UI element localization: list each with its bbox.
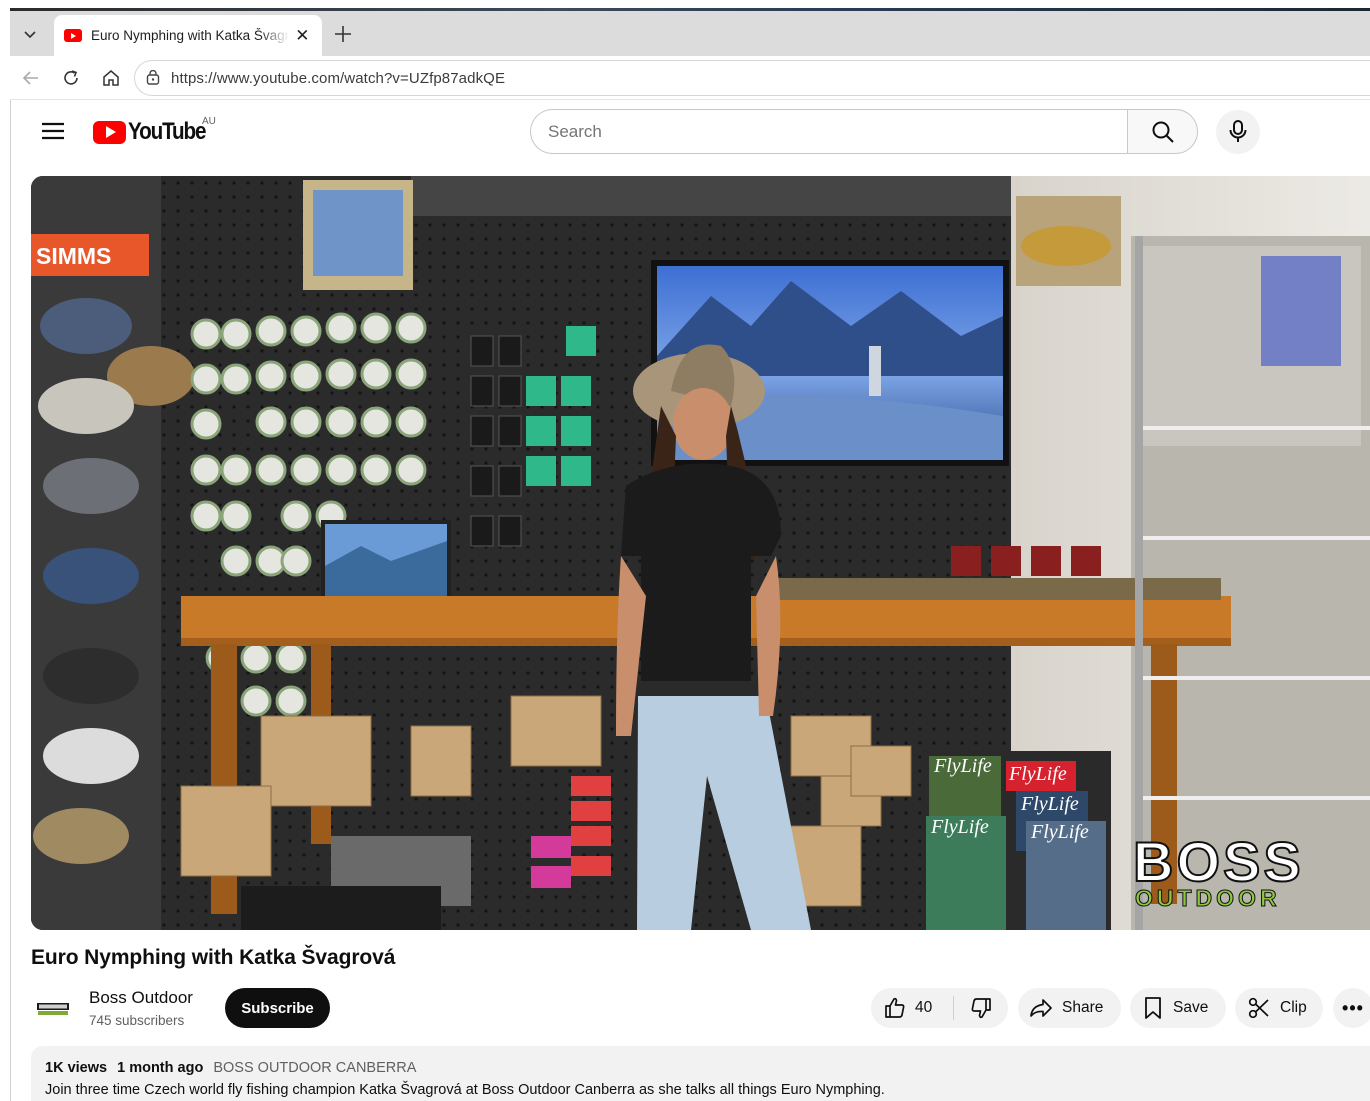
description-tag[interactable]: BOSS OUTDOOR CANBERRA xyxy=(213,1060,416,1076)
youtube-favicon-icon xyxy=(64,29,82,42)
description-meta: 1K views 1 month ago BOSS OUTDOOR CANBER… xyxy=(45,1060,422,1076)
thumbs-up-icon xyxy=(885,997,905,1018)
subscriber-count: 745 subscribers xyxy=(89,1013,185,1028)
search-placeholder: Search xyxy=(548,121,602,141)
description-box[interactable]: 1K views 1 month ago BOSS OUTDOOR CANBER… xyxy=(31,1046,1370,1101)
hamburger-menu-icon xyxy=(42,122,64,140)
tab-bar: Euro Nymphing with Katka Švagrová - YouT… xyxy=(10,11,1370,56)
clip-button[interactable]: Clip xyxy=(1235,988,1323,1028)
watermark-outdoor: OUTDOOR xyxy=(1135,885,1281,911)
youtube-wordmark: YouTube xyxy=(128,118,207,145)
youtube-play-icon xyxy=(93,120,126,144)
tab-list-button[interactable] xyxy=(14,20,46,48)
boss-outdoor-logo-icon xyxy=(36,1001,70,1017)
like-button[interactable]: 40 xyxy=(871,996,954,1020)
magazine-title-1: FlyLife xyxy=(933,755,992,777)
search-button[interactable] xyxy=(1127,109,1198,154)
bookmark-icon xyxy=(1145,997,1161,1019)
magazine-title-5: FlyLife xyxy=(1030,821,1089,843)
share-icon xyxy=(1030,999,1052,1017)
arrow-left-icon xyxy=(22,71,38,85)
home-icon xyxy=(103,70,119,86)
microphone-icon xyxy=(1229,120,1247,142)
browser-tab[interactable]: Euro Nymphing with Katka Švagrová - YouT… xyxy=(54,15,322,56)
thumbs-down-icon xyxy=(971,998,991,1019)
url-text: https://www.youtube.com/watch?v=UZfp87ad… xyxy=(171,69,506,87)
like-dislike-group: 40 xyxy=(871,988,1008,1028)
magazine-title-2: FlyLife xyxy=(1008,763,1067,785)
search-icon xyxy=(1152,121,1174,143)
guide-menu-button[interactable] xyxy=(36,114,70,148)
video-frame[interactable]: SIMMS FlyLife FlyLife FlyLife FlyLife Fl… xyxy=(31,176,1370,930)
share-label: Share xyxy=(1062,999,1104,1016)
country-code: AU xyxy=(202,116,216,127)
more-actions-button[interactable]: ••• xyxy=(1333,988,1370,1028)
save-button[interactable]: Save xyxy=(1130,988,1226,1028)
share-button[interactable]: Share xyxy=(1018,988,1121,1028)
reload-icon xyxy=(64,70,78,85)
home-button[interactable] xyxy=(98,65,124,91)
watermark-boss: BOSS xyxy=(1133,830,1304,893)
description-text: Join three time Czech world fly fishing … xyxy=(45,1082,885,1098)
browser-toolbar: https://www.youtube.com/watch?v=UZfp87ad… xyxy=(10,56,1370,100)
dislike-button[interactable] xyxy=(954,988,1008,1028)
magazine-title-3: FlyLife xyxy=(1020,793,1079,815)
reload-button[interactable] xyxy=(58,65,84,91)
view-count: 1K views xyxy=(45,1060,108,1076)
tab-title: Euro Nymphing with Katka Švagrová - YouT… xyxy=(91,28,289,43)
address-bar[interactable]: https://www.youtube.com/watch?v=UZfp87ad… xyxy=(134,60,1370,96)
search-input[interactable]: Search xyxy=(530,109,1128,154)
subscribe-button[interactable]: Subscribe xyxy=(225,988,330,1028)
new-tab-button[interactable] xyxy=(328,20,358,48)
back-button[interactable] xyxy=(18,65,44,91)
video-player[interactable]: SIMMS FlyLife FlyLife FlyLife FlyLife Fl… xyxy=(31,176,1370,930)
upload-age: 1 month ago xyxy=(117,1060,204,1076)
channel-avatar[interactable] xyxy=(32,990,74,1028)
chevron-down-icon xyxy=(24,31,36,39)
channel-name[interactable]: Boss Outdoor xyxy=(89,988,193,1008)
scissors-icon xyxy=(1248,997,1269,1019)
close-tab-icon[interactable]: ✕ xyxy=(293,26,312,46)
site-info-icon[interactable] xyxy=(145,70,161,86)
store-sign-text: SIMMS xyxy=(36,243,111,269)
like-count: 40 xyxy=(915,999,933,1016)
video-title: Euro Nymphing with Katka Švagrová xyxy=(31,946,396,969)
voice-search-button[interactable] xyxy=(1216,110,1260,154)
magazine-title-4: FlyLife xyxy=(930,816,989,838)
youtube-logo[interactable]: YouTube xyxy=(93,118,218,146)
page-left-border xyxy=(10,100,11,1101)
plus-icon xyxy=(335,26,351,42)
clip-label: Clip xyxy=(1280,999,1307,1016)
save-label: Save xyxy=(1173,999,1209,1016)
